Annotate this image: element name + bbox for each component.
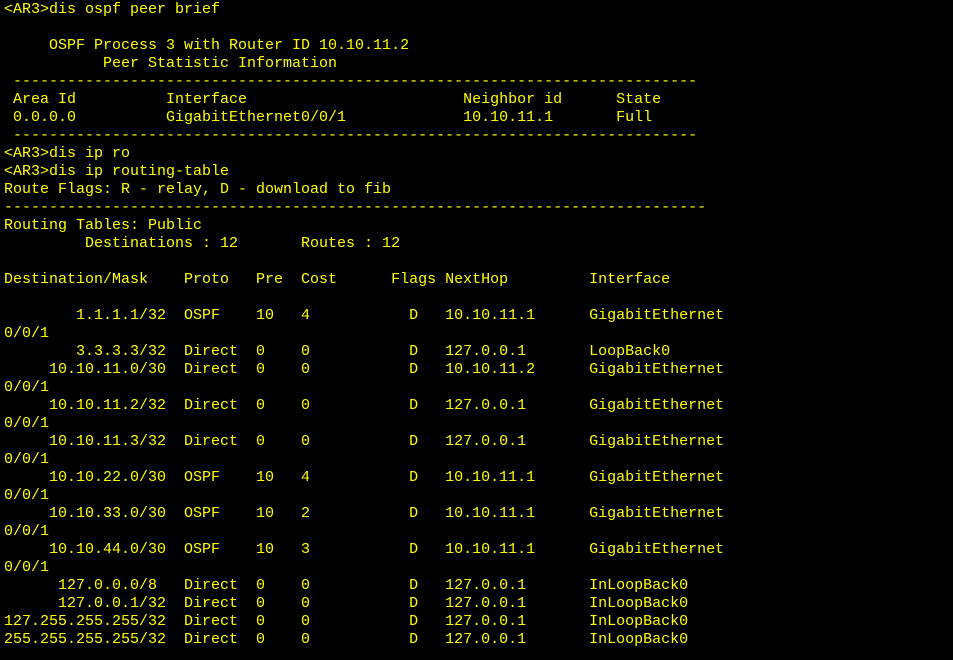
terminal-line: 0/0/1 xyxy=(4,325,50,342)
terminal-line: 10.10.44.0/30 OSPF 10 3 D 10.10.11.1 Gig… xyxy=(4,541,725,558)
terminal-line: 127.0.0.0/8 Direct 0 0 D 127.0.0.1 InLoo… xyxy=(4,577,689,594)
terminal-line: 0/0/1 xyxy=(4,559,50,576)
terminal-line: ----------------------------------------… xyxy=(4,199,707,216)
terminal-line: 10.10.11.3/32 Direct 0 0 D 127.0.0.1 Gig… xyxy=(4,433,725,450)
terminal-line: 0.0.0.0 GigabitEthernet0/0/1 10.10.11.1 … xyxy=(4,109,653,126)
terminal-line: Destinations : 12 Routes : 12 xyxy=(4,235,401,252)
terminal-line: ----------------------------------------… xyxy=(4,73,698,90)
terminal-line: 10.10.11.2/32 Direct 0 0 D 127.0.0.1 Gig… xyxy=(4,397,725,414)
terminal-line: 10.10.33.0/30 OSPF 10 2 D 10.10.11.1 Gig… xyxy=(4,505,725,522)
terminal-line: ----------------------------------------… xyxy=(4,127,698,144)
terminal-line: 0/0/1 xyxy=(4,451,50,468)
terminal-output[interactable]: <AR3>dis ospf peer brief OSPF Process 3 … xyxy=(0,0,953,660)
terminal-line: <AR3>dis ospf peer brief xyxy=(4,1,221,18)
terminal-line: 127.255.255.255/32 Direct 0 0 D 127.0.0.… xyxy=(4,613,689,630)
terminal-line: <AR3>dis ip routing-table xyxy=(4,163,230,180)
terminal-line: 3.3.3.3/32 Direct 0 0 D 127.0.0.1 LoopBa… xyxy=(4,343,671,360)
terminal-line: OSPF Process 3 with Router ID 10.10.11.2 xyxy=(4,37,410,54)
terminal-line: 1.1.1.1/32 OSPF 10 4 D 10.10.11.1 Gigabi… xyxy=(4,307,725,324)
terminal-line: 10.10.22.0/30 OSPF 10 4 D 10.10.11.1 Gig… xyxy=(4,469,725,486)
terminal-line: <AR3>dis ip ro xyxy=(4,145,131,162)
terminal-line: 0/0/1 xyxy=(4,379,50,396)
terminal-line: 255.255.255.255/32 Direct 0 0 D 127.0.0.… xyxy=(4,631,689,648)
terminal-line: Destination/Mask Proto Pre Cost Flags Ne… xyxy=(4,271,671,288)
terminal-line: 10.10.11.0/30 Direct 0 0 D 10.10.11.2 Gi… xyxy=(4,361,725,378)
terminal-line: 0/0/1 xyxy=(4,415,50,432)
terminal-line: 0/0/1 xyxy=(4,523,50,540)
terminal-line: 127.0.0.1/32 Direct 0 0 D 127.0.0.1 InLo… xyxy=(4,595,689,612)
terminal-line: Route Flags: R - relay, D - download to … xyxy=(4,181,392,198)
terminal-line: Routing Tables: Public xyxy=(4,217,203,234)
terminal-line: 0/0/1 xyxy=(4,487,50,504)
terminal-line: Area Id Interface Neighbor id State xyxy=(4,91,662,108)
terminal-line: Peer Statistic Information xyxy=(4,55,338,72)
